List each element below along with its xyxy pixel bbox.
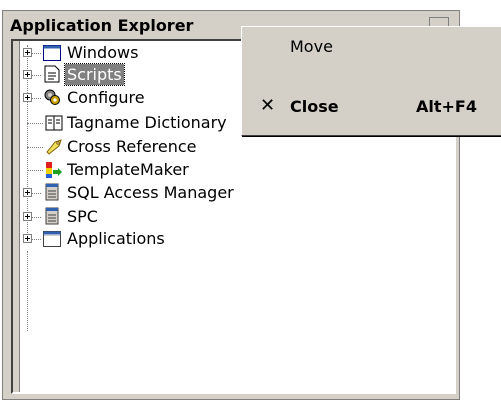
expand-plus-icon[interactable] — [23, 212, 32, 221]
tree-connector-line — [27, 251, 28, 331]
expand-plus-icon[interactable] — [23, 70, 32, 79]
tree-item-label: SPC — [67, 207, 98, 226]
tree-connector-line — [27, 170, 43, 171]
tree-item-label: SQL Access Manager — [67, 183, 234, 202]
tree-item-label: Configure — [67, 88, 145, 107]
expand-plus-icon[interactable] — [23, 48, 32, 57]
tree-connector-line — [32, 53, 41, 54]
applications-window-icon — [43, 231, 61, 247]
spc-document-icon — [45, 207, 59, 225]
template-maker-icon — [46, 162, 62, 178]
tree-connector-line — [32, 98, 41, 99]
panel-title: Application Explorer — [10, 16, 194, 35]
tree-connector-line — [32, 239, 41, 240]
expand-plus-icon[interactable] — [23, 234, 32, 243]
cross-reference-tag-icon — [46, 139, 62, 155]
window-icon — [43, 45, 61, 61]
tree-item-label: Applications — [67, 229, 165, 248]
tree-connector-line — [32, 193, 41, 194]
menu-item-move[interactable]: Move — [242, 29, 501, 63]
menu-item-shortcut: Alt+F4 — [416, 97, 477, 116]
script-document-icon — [44, 65, 60, 83]
tree-item-label: Tagname Dictionary — [67, 113, 227, 132]
expand-plus-icon[interactable] — [23, 188, 32, 197]
dictionary-book-icon — [45, 115, 63, 131]
sql-document-icon — [45, 183, 59, 201]
tree-connector-line — [27, 123, 43, 124]
tree-item-label: Cross Reference — [67, 137, 197, 156]
tree-item-label: Scripts — [64, 63, 125, 86]
menu-item-close[interactable]: ✕ Close Alt+F4 — [242, 89, 501, 123]
menu-item-label: Close — [290, 97, 339, 116]
configure-gears-icon — [44, 89, 60, 105]
close-icon: ✕ — [260, 95, 276, 116]
tree-item-label: Windows — [67, 43, 139, 62]
expand-plus-icon[interactable] — [23, 93, 32, 102]
tree-item-label: TemplateMaker — [67, 160, 189, 179]
context-menu: Move ✕ Close Alt+F4 — [241, 26, 501, 136]
menu-item-label: Move — [290, 37, 333, 56]
tree-connector-line — [32, 217, 41, 218]
tree-connector-line — [32, 75, 41, 76]
tree-connector-line — [27, 147, 43, 148]
